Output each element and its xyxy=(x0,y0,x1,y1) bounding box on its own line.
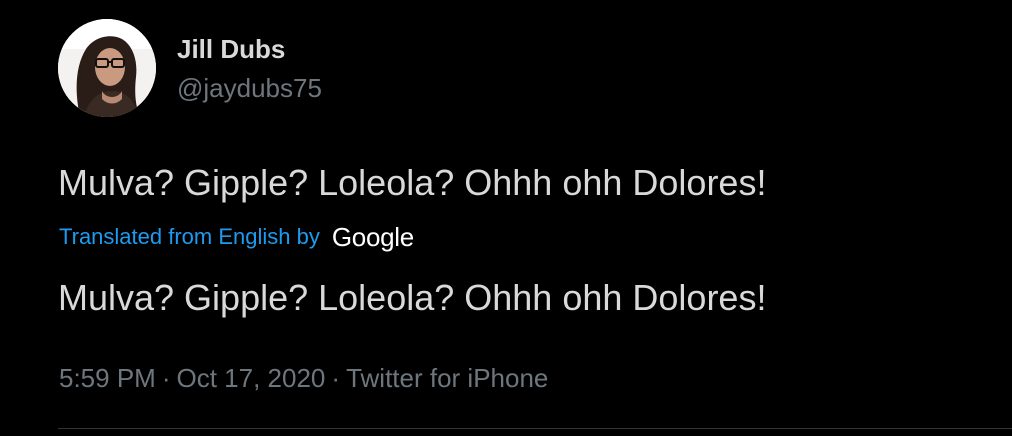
translated-tweet-text: Mulva? Gipple? Loleola? Ohhh ohh Dolores… xyxy=(58,277,767,318)
tweet-date[interactable]: Oct 17, 2020 xyxy=(177,363,326,393)
avatar-photo-icon xyxy=(58,19,156,117)
translated-from-link[interactable]: Translated from English by xyxy=(59,223,320,251)
avatar[interactable] xyxy=(58,19,156,117)
tweet-text: Mulva? Gipple? Loleola? Ohhh ohh Dolores… xyxy=(58,162,767,203)
user-handle[interactable]: @jaydubs75 xyxy=(177,72,322,104)
translation-attribution: Translated from English by Google xyxy=(59,220,414,254)
tweet-source[interactable]: Twitter for iPhone xyxy=(346,363,548,393)
display-name[interactable]: Jill Dubs xyxy=(177,33,285,65)
google-logo: Google xyxy=(331,222,414,252)
divider xyxy=(58,428,1012,429)
tweet-time[interactable]: 5:59 PM xyxy=(59,363,156,393)
separator-dot: · xyxy=(331,363,341,393)
tweet-metadata: 5:59 PM · Oct 17, 2020 · Twitter for iPhone xyxy=(59,361,548,395)
tweet-card: Jill Dubs @jaydubs75 Mulva? Gipple? Lole… xyxy=(0,0,1012,436)
separator-dot: · xyxy=(161,363,171,393)
